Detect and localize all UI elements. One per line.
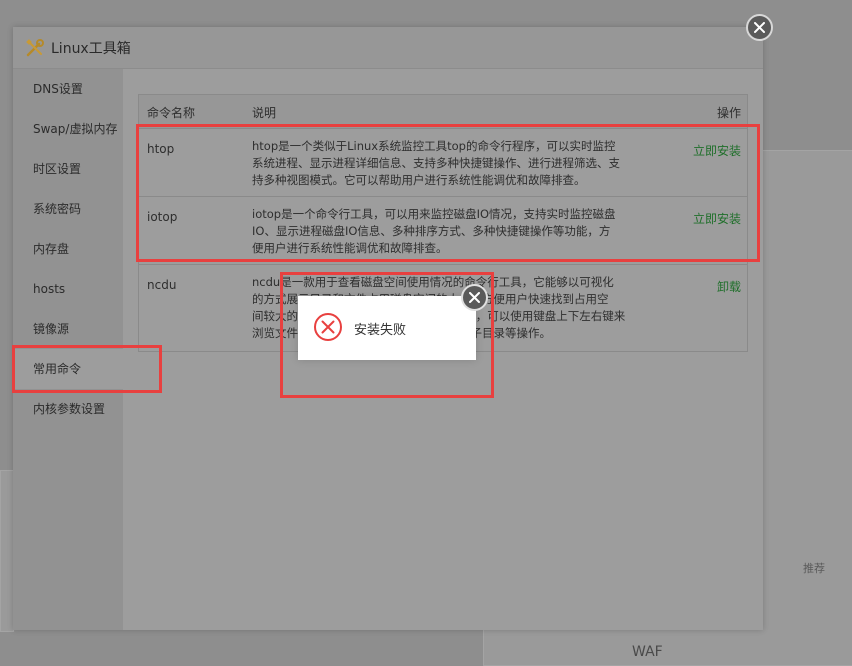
error-icon	[314, 313, 342, 341]
sidebar-item-swap[interactable]: Swap/虚拟内存	[13, 109, 123, 149]
highlight-sidebar-common-commands	[12, 345, 162, 393]
background-waf-label: WAF	[632, 644, 663, 660]
error-toast: 安装失败	[298, 296, 476, 360]
toast-message: 安装失败	[354, 323, 407, 338]
sidebar-item-dns[interactable]: DNS设置	[13, 69, 123, 109]
sidebar-item-ramdisk[interactable]: 内存盘	[13, 229, 123, 269]
sidebar-item-system-password[interactable]: 系统密码	[13, 189, 123, 229]
close-icon	[469, 292, 480, 303]
dialog-title: Linux工具箱	[51, 40, 131, 57]
tools-icon	[26, 38, 44, 56]
uninstall-button[interactable]: 卸载	[717, 278, 741, 295]
header-description: 说明	[252, 106, 277, 120]
toast-close-button[interactable]	[461, 284, 488, 311]
highlight-install-rows	[136, 124, 760, 262]
background-left-panel	[0, 470, 14, 632]
header-command-name: 命令名称	[147, 106, 196, 120]
background-recommend-label: 推荐	[803, 562, 825, 575]
dialog-header: Linux工具箱	[13, 27, 763, 69]
sidebar-item-timezone[interactable]: 时区设置	[13, 149, 123, 189]
header-action: 操作	[716, 106, 741, 120]
sidebar-item-kernel-params[interactable]: 内核参数设置	[13, 389, 123, 429]
dialog-close-button[interactable]	[746, 14, 773, 41]
sidebar-item-hosts[interactable]: hosts	[13, 269, 123, 309]
close-icon	[754, 22, 765, 33]
sidebar-item-mirror[interactable]: 镜像源	[13, 309, 123, 349]
command-name: ncdu	[147, 278, 177, 292]
